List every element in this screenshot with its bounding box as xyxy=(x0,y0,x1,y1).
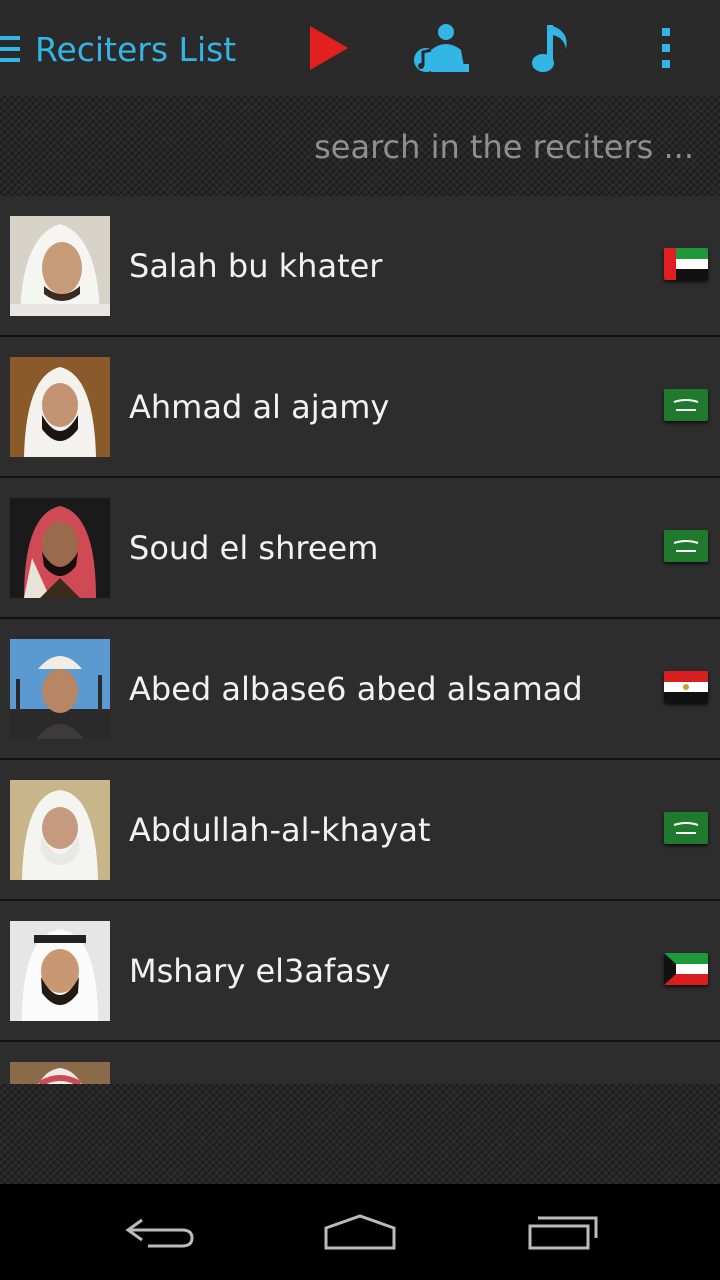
avatar xyxy=(10,639,110,739)
back-button[interactable] xyxy=(120,1210,200,1254)
play-icon xyxy=(310,26,348,70)
reciter-name: Mshary el3afasy xyxy=(129,952,391,990)
avatar xyxy=(10,498,110,598)
list-item[interactable]: Soud el shreem xyxy=(0,478,720,619)
uae-flag-icon xyxy=(664,248,708,280)
saudi-flag-icon xyxy=(664,530,708,562)
reciter-name: Salah bu khater xyxy=(129,247,383,285)
recent-apps-button[interactable] xyxy=(524,1210,604,1254)
home-icon xyxy=(324,1214,396,1250)
back-icon xyxy=(125,1218,194,1248)
action-bar: Reciters List xyxy=(0,0,720,96)
reciter-name: Abdullah-al-khayat xyxy=(129,811,431,849)
avatar xyxy=(10,1062,110,1084)
navigation-bar xyxy=(0,1184,720,1280)
play-button[interactable] xyxy=(296,20,360,76)
kuwait-flag-icon xyxy=(664,953,708,985)
recent-apps-icon xyxy=(528,1216,598,1250)
reciter-name: Abed albase6 abed alsamad xyxy=(129,670,583,708)
home-button[interactable] xyxy=(320,1210,400,1254)
list-footer xyxy=(0,1084,720,1184)
reciter-button[interactable] xyxy=(404,20,474,76)
playlist-button[interactable] xyxy=(520,20,584,76)
search-bar xyxy=(0,96,720,196)
app-title[interactable]: Reciters List xyxy=(35,28,236,72)
search-input[interactable] xyxy=(32,122,696,172)
overflow-menu-button[interactable] xyxy=(644,20,688,76)
overflow-icon xyxy=(662,28,670,68)
avatar xyxy=(10,780,110,880)
avatar xyxy=(10,921,110,1021)
list-item[interactable]: Mshary el3afasy xyxy=(0,901,720,1042)
list-item[interactable]: Salah bu khater xyxy=(0,196,720,337)
music-note-icon xyxy=(532,25,567,72)
egypt-flag-icon xyxy=(664,671,708,703)
saudi-flag-icon xyxy=(664,812,708,844)
reciters-list[interactable]: Salah bu khater Ahmad al ajamy Soud el s… xyxy=(0,196,720,1084)
avatar xyxy=(10,216,110,316)
reciter-icon xyxy=(414,24,469,72)
saudi-flag-icon xyxy=(664,389,708,421)
list-item[interactable]: Abdullah-al-khayat xyxy=(0,760,720,901)
list-item[interactable]: Ahmad al ajamy xyxy=(0,337,720,478)
avatar xyxy=(10,357,110,457)
reciter-name: Ahmad al ajamy xyxy=(129,388,390,426)
list-item[interactable]: Abed albase6 abed alsamad xyxy=(0,619,720,760)
menu-icon[interactable] xyxy=(0,36,20,62)
reciter-name: Soud el shreem xyxy=(129,529,379,567)
list-item[interactable] xyxy=(0,1042,720,1084)
